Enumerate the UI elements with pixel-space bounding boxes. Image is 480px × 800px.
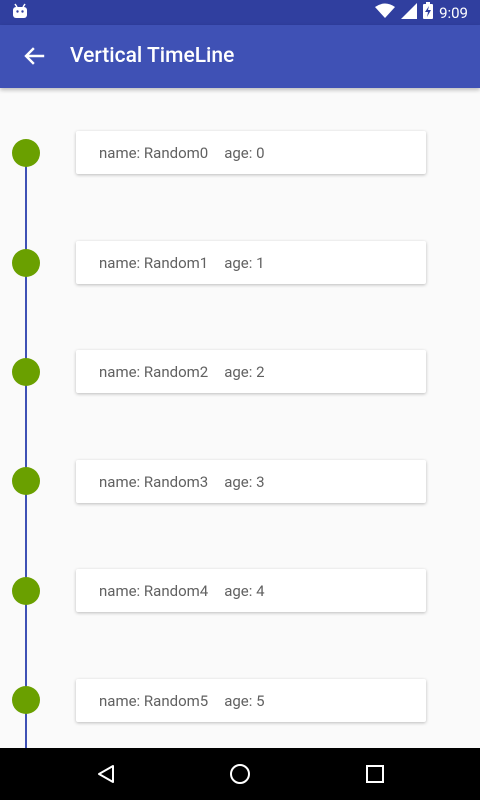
signal-icon: [401, 2, 418, 23]
nav-back-icon: [98, 765, 114, 783]
nav-home-button[interactable]: [226, 760, 254, 788]
age-label: age:: [224, 253, 253, 272]
page-title: Vertical TimeLine: [70, 44, 235, 68]
arrow-left-icon: [24, 47, 45, 65]
timeline-card[interactable]: name: Random5 age: 5: [76, 679, 426, 722]
timeline-card[interactable]: name: Random0 age: 0: [76, 131, 426, 174]
name-label: name:: [99, 691, 141, 710]
name-label: name:: [99, 362, 141, 381]
nav-recents-icon: [366, 765, 384, 783]
nav-recents-button[interactable]: [361, 760, 389, 788]
age-label: age:: [224, 691, 253, 710]
name-label: name:: [99, 253, 141, 272]
name-label: name:: [99, 581, 141, 600]
timeline-card[interactable]: name: Random2 age: 2: [76, 350, 426, 393]
age-value: 0: [256, 143, 265, 162]
timeline-node: [12, 467, 40, 495]
age-label: age:: [224, 472, 253, 491]
timeline-node: [12, 139, 40, 167]
timeline-line: [25, 153, 27, 753]
age-label: age:: [224, 143, 253, 162]
age-value: 1: [256, 253, 265, 272]
android-icon: [10, 3, 30, 21]
age-value: 2: [256, 362, 265, 381]
app-bar: Vertical TimeLine: [0, 25, 480, 88]
timeline-node: [12, 249, 40, 277]
timeline-card[interactable]: name: Random1 age: 1: [76, 241, 426, 284]
name-label: name:: [99, 143, 141, 162]
age-value: 3: [256, 472, 265, 491]
nav-back-button[interactable]: [92, 760, 120, 788]
age-value: 4: [256, 581, 265, 600]
wifi-icon: [375, 3, 396, 23]
name-value: Random1: [143, 253, 209, 272]
timeline-card[interactable]: name: Random3 age: 3: [76, 460, 426, 503]
status-time: 9:09: [439, 3, 468, 22]
timeline-node: [12, 686, 40, 714]
name-value: Random4: [143, 581, 209, 600]
name-value: Random5: [143, 691, 209, 710]
battery-charging-icon: [423, 2, 434, 23]
back-button[interactable]: [16, 38, 52, 74]
name-value: Random2: [143, 362, 209, 381]
name-value: Random0: [143, 143, 209, 162]
timeline-card[interactable]: name: Random4 age: 4: [76, 569, 426, 612]
age-label: age:: [224, 362, 253, 381]
age-label: age:: [224, 581, 253, 600]
status-bar: 9:09: [0, 0, 480, 25]
nav-home-icon: [230, 764, 250, 784]
navigation-bar: [0, 748, 480, 800]
timeline-node: [12, 358, 40, 386]
name-label: name:: [99, 472, 141, 491]
timeline-node: [12, 577, 40, 605]
age-value: 5: [256, 691, 265, 710]
name-value: Random3: [143, 472, 209, 491]
